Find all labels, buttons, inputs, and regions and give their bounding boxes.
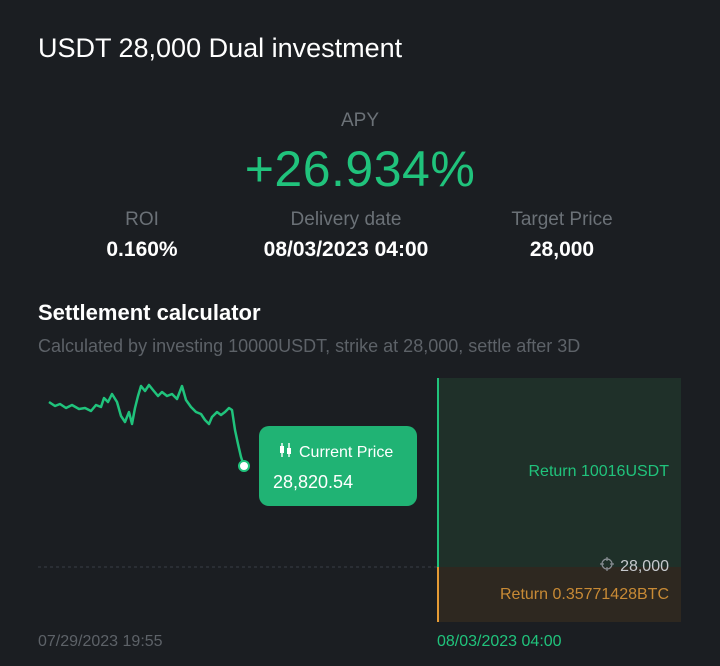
page-title: USDT 28,000 Dual investment (38, 33, 403, 63)
strike-marker: 28,000 (600, 557, 669, 576)
strike-value: 28,000 (620, 557, 669, 575)
timeline-end-date: 08/03/2023 04:00 (437, 633, 562, 650)
settlement-chart[interactable] (0, 372, 720, 666)
return-usdt-label: Return 10016USDT (528, 463, 669, 480)
apy-label: APY (340, 110, 380, 131)
target-price-label: Target Price (511, 209, 613, 230)
target-price-value: 28,000 (529, 238, 595, 261)
delivery-value: 08/03/2023 04:00 (263, 238, 429, 261)
current-price-value: 28,820.54 (273, 472, 354, 492)
roi-value: 0.160% (106, 238, 178, 261)
delivery-label: Delivery date (290, 209, 402, 230)
price-history-line (48, 383, 246, 467)
timeline-start-date: 07/29/2023 19:55 (38, 633, 163, 650)
current-price-dot (238, 460, 250, 472)
apy-value: +26.934% (244, 141, 476, 197)
return-btc-label: Return 0.35771428BTC (500, 586, 669, 603)
candlestick-icon (279, 442, 293, 463)
current-price-tooltip: Current Price 28,820.54 (259, 426, 417, 506)
settlement-calculator-title: Settlement calculator (38, 300, 261, 325)
current-price-label: Current Price (299, 443, 394, 461)
roi-label: ROI (125, 209, 159, 230)
target-price-stat: Target Price 28,000 (492, 209, 632, 262)
settlement-calculator-subtitle: Calculated by investing 10000USDT, strik… (38, 336, 581, 356)
delivery-stat: Delivery date 08/03/2023 04:00 (226, 209, 466, 262)
roi-stat: ROI 0.160% (82, 209, 202, 262)
crosshair-icon (600, 557, 615, 576)
